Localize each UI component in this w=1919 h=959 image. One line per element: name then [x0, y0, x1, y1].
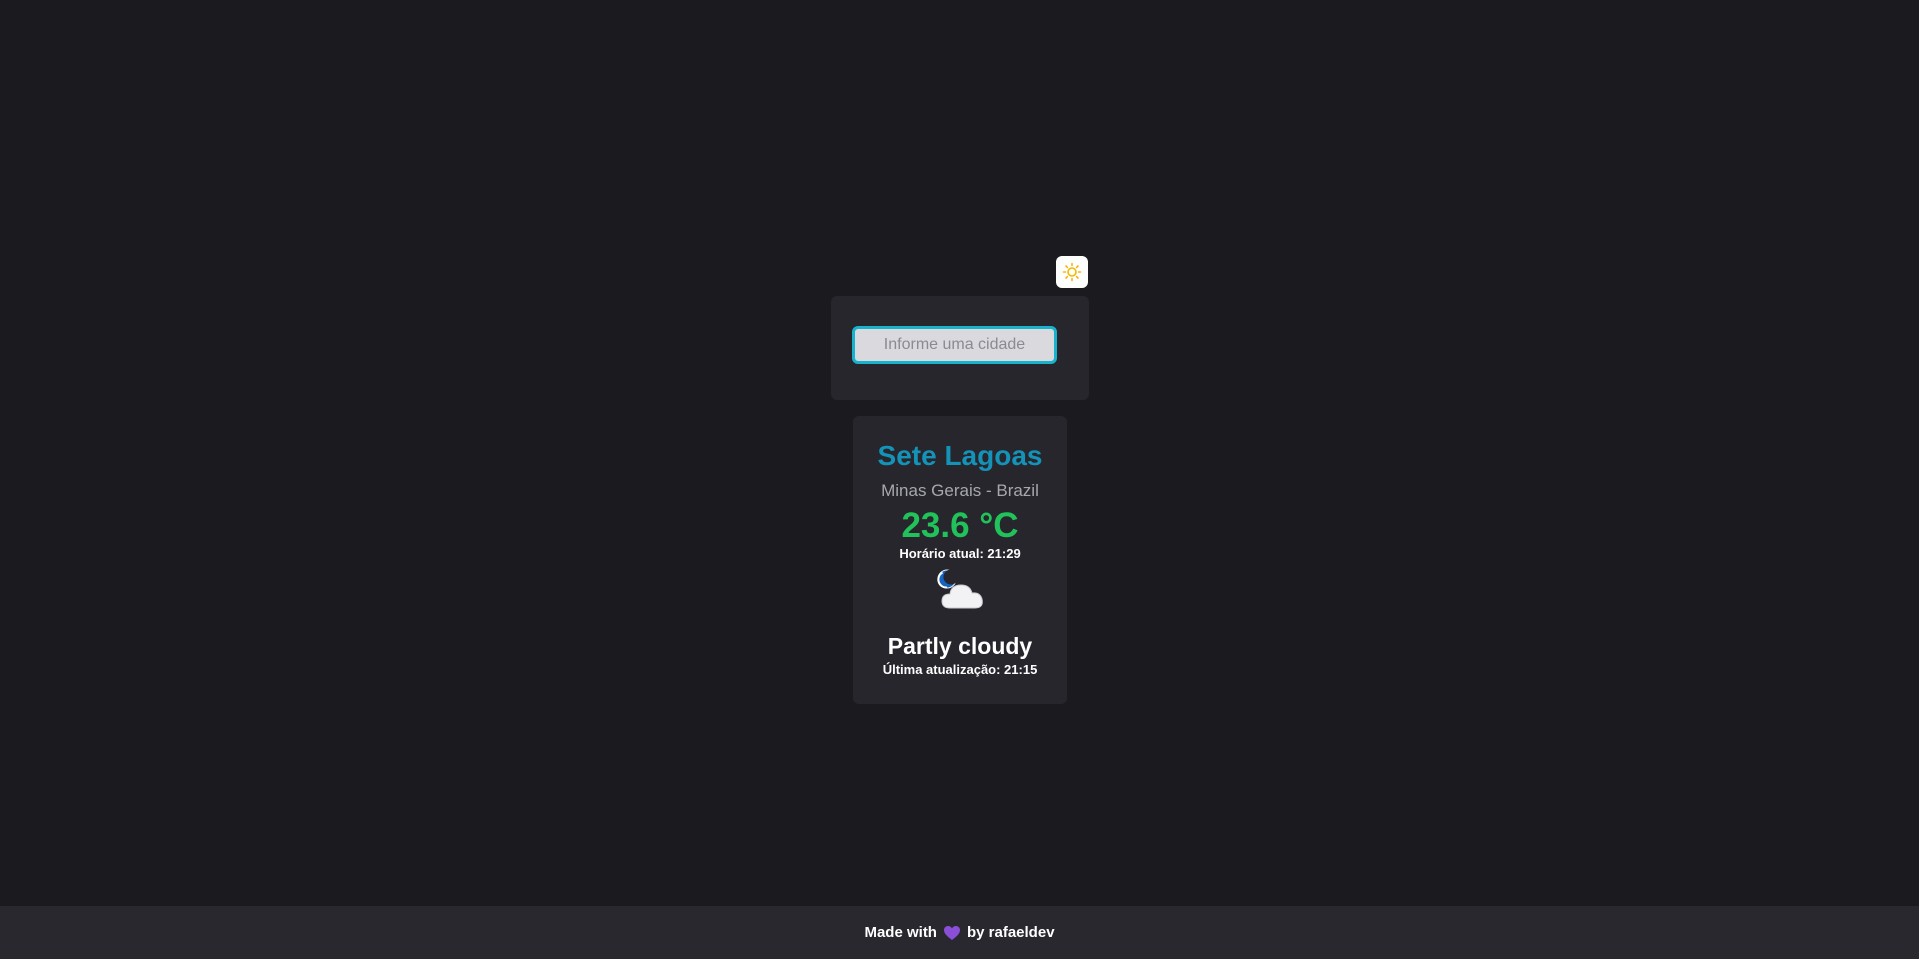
footer-made-with: Made with: [864, 924, 937, 941]
city-name: Sete Lagoas: [877, 440, 1043, 471]
current-time-label: Horário atual: 21:29: [899, 546, 1021, 561]
sun-icon: [1062, 262, 1082, 282]
footer: Made with by rafaeldev: [0, 906, 1919, 959]
footer-author: by rafaeldev: [966, 924, 1055, 941]
search-panel: [831, 296, 1089, 400]
page: Sete Lagoas Minas Gerais - Brazil 23.6 °…: [0, 0, 1919, 959]
region-label: Minas Gerais - Brazil: [881, 481, 1039, 500]
weather-card: Sete Lagoas Minas Gerais - Brazil 23.6 °…: [853, 416, 1067, 704]
partly-cloudy-night-icon: [937, 569, 983, 609]
heart-icon: [943, 925, 960, 940]
condition-label: Partly cloudy: [887, 633, 1033, 659]
theme-toggle-button[interactable]: [1056, 256, 1088, 288]
city-search-input[interactable]: [852, 326, 1057, 364]
temperature-value: 23.6 °C: [901, 506, 1019, 545]
last-update-label: Última atualização: 21:15: [882, 662, 1038, 677]
